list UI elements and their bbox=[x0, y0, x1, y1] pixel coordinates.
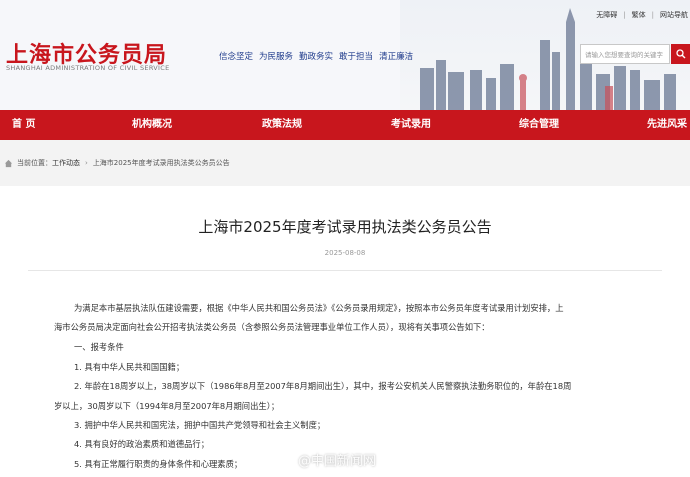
watermark-text: @中国新闻网 bbox=[298, 454, 377, 469]
nav-item-overview[interactable]: 机构概况 bbox=[132, 110, 172, 140]
chevron-right-icon: › bbox=[85, 159, 88, 167]
article-line: 一、报考条件 bbox=[74, 342, 124, 352]
breadcrumb-current: 上海市2025年度考试录用执法类公务员公告 bbox=[92, 159, 230, 167]
separator: | bbox=[651, 11, 654, 19]
site-logo-subtitle: SHANGHAI ADMINISTRATION OF CIVIL SERVICE bbox=[6, 64, 170, 72]
article-line: 4. 具有良好的政治素质和道德品行； bbox=[74, 439, 210, 449]
article-line: 2. 年龄在18周岁以上，38周岁以下（1986年8月至2007年8月期间出生）… bbox=[74, 381, 572, 391]
breadcrumb-section-link[interactable]: 工作动态 bbox=[52, 158, 80, 168]
article-line: 为满足本市基层执法队伍建设需要，根据《中华人民共和国公务员法》《公务员录用规定》… bbox=[74, 303, 564, 313]
site-map-link[interactable]: 网站导航 bbox=[660, 10, 688, 20]
slogan-item: 敢于担当 bbox=[339, 52, 374, 62]
slogan-bar: 信念坚定 为民服务 勤政务实 敢于担当 清正廉洁 bbox=[219, 50, 413, 62]
nav-item-home[interactable]: 首 页 bbox=[12, 110, 35, 140]
nav-item-exemplars[interactable]: 先进风采 bbox=[647, 110, 687, 140]
weibo-icon bbox=[278, 454, 293, 466]
article-line: 3. 拥护中华人民共和国宪法，拥护中国共产党领导和社会主义制度； bbox=[74, 420, 326, 430]
article-line: 海市公务员局决定面向社会公开招考执法类公务员（含参照公务员法管理事业单位工作人员… bbox=[54, 322, 490, 332]
accessibility-link[interactable]: 无障碍 bbox=[596, 10, 617, 20]
breadcrumb-prefix: 当前位置： bbox=[17, 159, 52, 167]
search-icon bbox=[675, 49, 685, 59]
traditional-chinese-link[interactable]: 繁体 bbox=[632, 10, 646, 20]
slogan-item: 为民服务 bbox=[259, 52, 294, 62]
article-line: 1. 具有中华人民共和国国籍； bbox=[74, 362, 185, 372]
nav-item-management[interactable]: 综合管理 bbox=[519, 110, 559, 140]
slogan-item: 信念坚定 bbox=[219, 52, 254, 62]
article-line: 岁以上，30周岁以下（1994年8月至2007年8月期间出生）； bbox=[54, 401, 280, 411]
nav-item-exam[interactable]: 考试录用 bbox=[391, 110, 431, 140]
slogan-item: 勤政务实 bbox=[299, 52, 334, 62]
news-watermark: @中国新闻网 bbox=[278, 450, 376, 469]
article-line: 5. 具有正常履行职责的身体条件和心理素质； bbox=[74, 459, 243, 469]
main-nav: 首 页 机构概况 政策法规 考试录用 综合管理 先进风采 bbox=[0, 110, 690, 140]
slogan-item: 清正廉洁 bbox=[379, 52, 414, 62]
top-links: 无障碍 | 繁体 | 网站导航 bbox=[596, 10, 688, 20]
article-date: 2025-08-08 bbox=[324, 249, 366, 257]
separator: | bbox=[623, 11, 626, 19]
home-icon bbox=[4, 159, 13, 167]
breadcrumb: 当前位置： 工作动态 › 上海市2025年度考试录用执法类公务员公告 bbox=[0, 152, 690, 174]
search-input[interactable]: 请输入您想要查询的关键字 bbox=[580, 44, 670, 64]
search-button[interactable] bbox=[671, 44, 690, 64]
article-title: 上海市2025年度考试录用执法类公务员公告 bbox=[198, 218, 492, 236]
divider bbox=[28, 270, 662, 271]
site-header: 上海市公务员局 SHANGHAI ADMINISTRATION OF CIVIL… bbox=[0, 0, 690, 110]
nav-item-policy[interactable]: 政策法规 bbox=[262, 110, 302, 140]
